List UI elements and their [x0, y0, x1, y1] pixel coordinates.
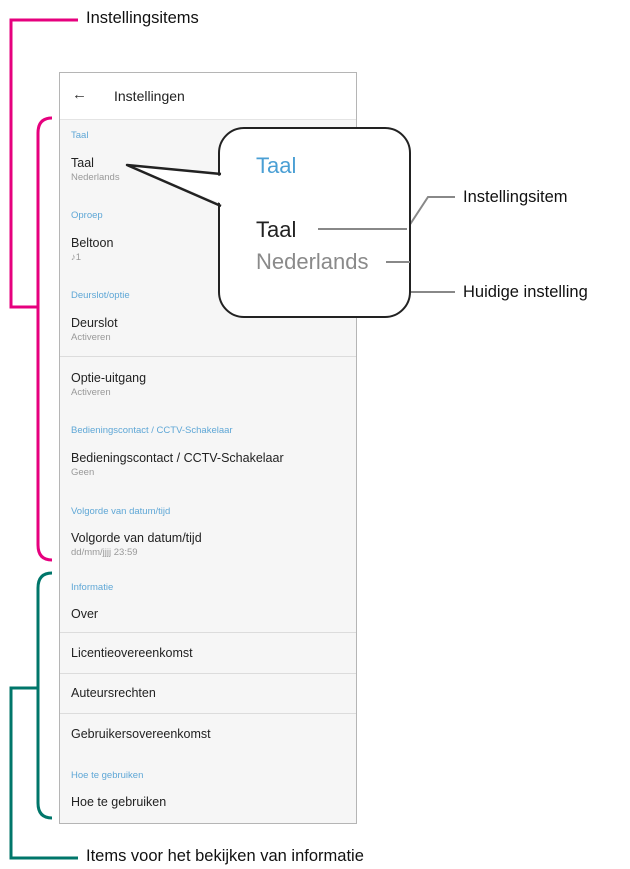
callout-pointer-join: [125, 163, 410, 263]
